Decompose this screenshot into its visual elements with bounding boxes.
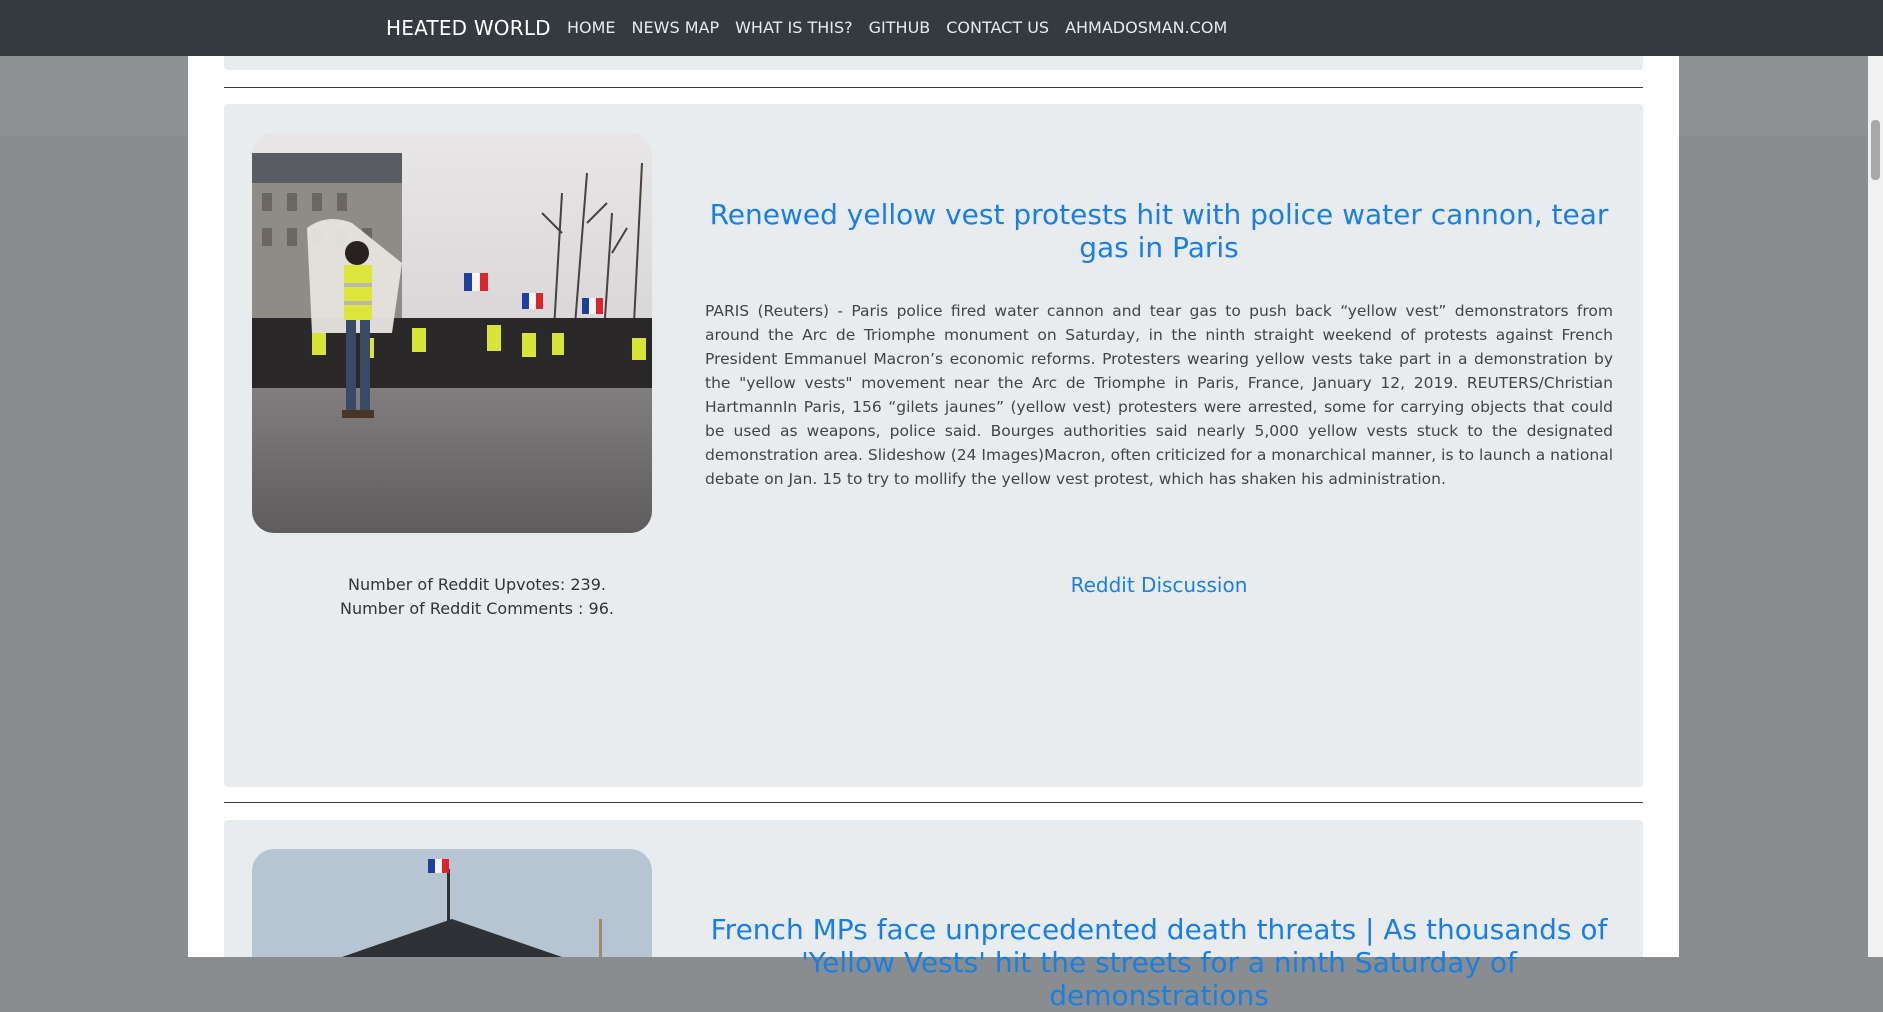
nav-github[interactable]: GITHUB bbox=[869, 0, 931, 56]
page-scrollbar[interactable] bbox=[1868, 56, 1883, 957]
article-image[interactable] bbox=[252, 849, 652, 957]
reddit-discussion-link[interactable]: Reddit Discussion bbox=[705, 573, 1613, 597]
article-body: PARIS (Reuters) - Paris police fired wat… bbox=[705, 302, 1613, 488]
article-image[interactable] bbox=[252, 133, 652, 533]
article-title[interactable]: French MPs face unprecedented death thre… bbox=[705, 913, 1613, 1012]
nav-news-map[interactable]: NEWS MAP bbox=[632, 0, 720, 56]
previous-article-card bbox=[224, 56, 1643, 70]
divider bbox=[224, 802, 1643, 803]
nav-contact-us[interactable]: CONTACT US bbox=[946, 0, 1049, 56]
reddit-upvotes: Number of Reddit Upvotes: 239. bbox=[348, 575, 606, 594]
article-title[interactable]: Renewed yellow vest protests hit with po… bbox=[705, 198, 1613, 264]
scrollbar-thumb[interactable] bbox=[1871, 120, 1880, 180]
site-brand[interactable]: HEATED WORLD bbox=[386, 0, 551, 56]
nav-links: HOME NEWS MAP WHAT IS THIS? GITHUB CONTA… bbox=[567, 0, 1227, 56]
reddit-comments: Number of Reddit Comments : 96. bbox=[340, 599, 614, 618]
nav-what-is-this[interactable]: WHAT IS THIS? bbox=[735, 0, 853, 56]
article-card: French MPs face unprecedented death thre… bbox=[224, 820, 1643, 1012]
article-card: Renewed yellow vest protests hit with po… bbox=[224, 104, 1643, 787]
top-navbar: HEATED WORLD HOME NEWS MAP WHAT IS THIS?… bbox=[0, 0, 1883, 56]
main-container: Renewed yellow vest protests hit with po… bbox=[188, 56, 1679, 1012]
nav-ahmadosman[interactable]: AHMADOSMAN.COM bbox=[1065, 0, 1227, 56]
divider bbox=[224, 87, 1643, 88]
nav-home[interactable]: HOME bbox=[567, 0, 616, 56]
